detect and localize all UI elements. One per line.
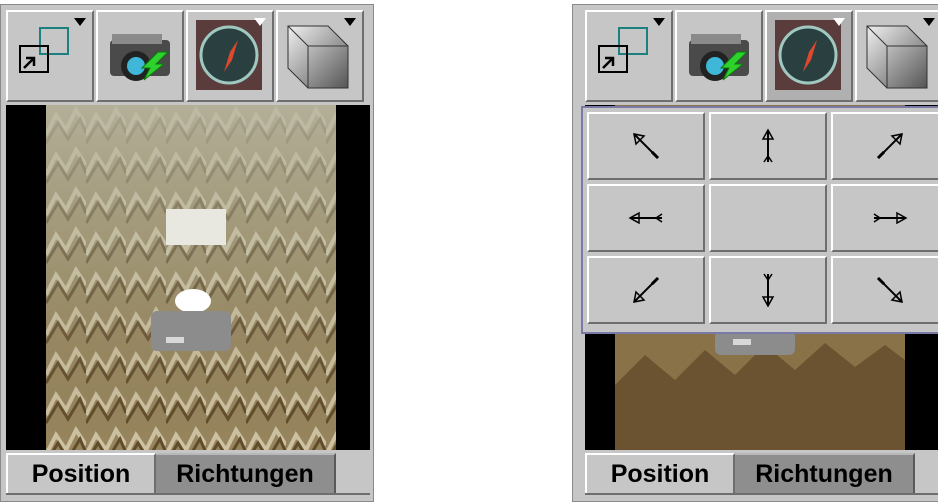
tab-bar: Position Richtungen [585,453,938,495]
direction-n-button[interactable] [709,112,827,180]
direction-w-button[interactable] [587,184,705,252]
chevron-down-icon[interactable] [74,18,86,26]
tab-label: Position [610,459,710,488]
map-panel-left: Position Richtungen [0,4,374,502]
arrow-nw-icon [633,133,660,160]
direction-popup [581,106,938,334]
snapshot-button[interactable] [675,10,763,102]
chevron-down-icon[interactable] [254,18,266,26]
terrain-map[interactable] [6,105,370,450]
chevron-down-icon[interactable] [344,18,356,26]
arrow-e-icon [873,211,908,225]
snapshot-button[interactable] [96,10,184,102]
camera-icon [110,34,170,81]
perspective-button[interactable] [276,10,364,102]
tab-richtungen[interactable]: Richtungen [735,453,915,493]
map-panel-right: Position Richtungen [572,4,938,502]
tab-label: Richtungen [755,459,893,488]
divider [6,493,370,495]
arrow-s-icon [761,273,775,308]
direction-ne-button[interactable] [831,112,938,180]
chevron-down-icon[interactable] [923,18,935,26]
compass-button[interactable] [765,10,853,102]
direction-nw-button[interactable] [587,112,705,180]
arrow-se-icon [876,276,903,303]
tab-label: Position [31,459,131,488]
arrow-n-icon [761,128,775,163]
tab-position[interactable]: Position [6,453,156,493]
tab-position[interactable]: Position [585,453,735,493]
tab-bar: Position Richtungen [6,453,370,495]
tab-label: Richtungen [176,459,314,488]
direction-s-button[interactable] [709,256,827,324]
chevron-down-icon[interactable] [653,18,665,26]
divider [585,493,938,495]
view-mode-button[interactable] [585,10,673,102]
direction-se-button[interactable] [831,256,938,324]
arrow-w-icon [628,211,663,225]
view-mode-button[interactable] [6,10,94,102]
arrow-ne-icon [876,133,903,160]
chevron-down-icon[interactable] [833,18,845,26]
tab-richtungen[interactable]: Richtungen [156,453,336,493]
direction-e-button[interactable] [831,184,938,252]
compass-button[interactable] [186,10,274,102]
arrow-sw-icon [633,276,660,303]
perspective-button[interactable] [855,10,938,102]
camera-icon [689,34,749,81]
direction-center-button[interactable] [709,184,827,252]
direction-sw-button[interactable] [587,256,705,324]
